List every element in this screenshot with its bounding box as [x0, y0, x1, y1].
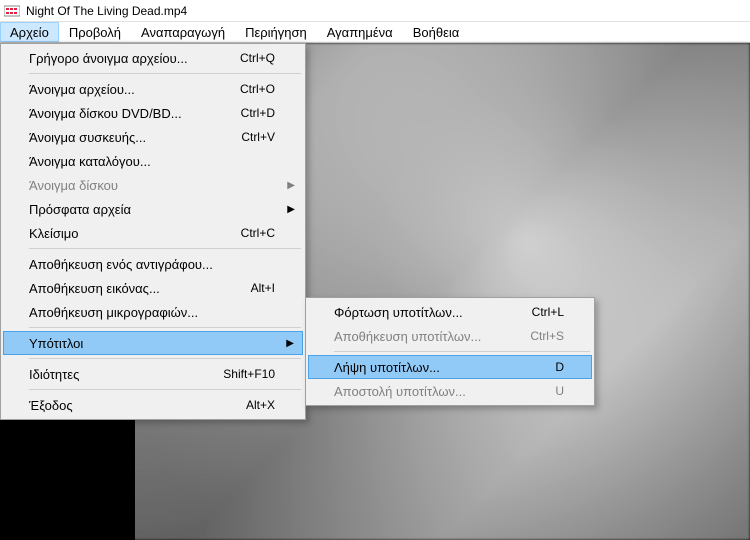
menu-item-recent-files[interactable]: Πρόσφατα αρχεία ▶: [3, 197, 303, 221]
menu-file[interactable]: Αρχείο: [0, 22, 59, 42]
menu-item-save-thumbnails[interactable]: Αποθήκευση μικρογραφιών...: [3, 300, 303, 324]
chevron-right-icon: ▶: [286, 338, 294, 349]
menu-item-close[interactable]: Κλείσιμο Ctrl+C: [3, 221, 303, 245]
menu-item-open-disc[interactable]: Άνοιγμα δίσκου ▶: [3, 173, 303, 197]
menu-separator: [29, 248, 301, 249]
chevron-right-icon: ▶: [287, 180, 295, 191]
submenu-item-load-subtitles[interactable]: Φόρτωση υποτίτλων... Ctrl+L: [308, 300, 592, 324]
menu-playback[interactable]: Αναπαραγωγή: [131, 22, 235, 42]
titlebar: Night Of The Living Dead.mp4: [0, 0, 750, 22]
app-icon: [4, 3, 20, 19]
file-menu-dropdown: Γρήγορο άνοιγμα αρχείου... Ctrl+Q Άνοιγμ…: [0, 43, 306, 420]
submenu-item-upload-subtitles[interactable]: Αποστολή υποτίτλων... U: [308, 379, 592, 403]
menubar: Αρχείο Προβολή Αναπαραγωγή Περιήγηση Αγα…: [0, 22, 750, 43]
menu-favorites[interactable]: Αγαπημένα: [317, 22, 403, 42]
menu-item-save-copy[interactable]: Αποθήκευση ενός αντιγράφου...: [3, 252, 303, 276]
submenu-item-save-subtitles[interactable]: Αποθήκευση υποτίτλων... Ctrl+S: [308, 324, 592, 348]
menu-separator: [29, 389, 301, 390]
menu-item-open-directory[interactable]: Άνοιγμα καταλόγου...: [3, 149, 303, 173]
menu-item-open-disc-dvd[interactable]: Άνοιγμα δίσκου DVD/BD... Ctrl+D: [3, 101, 303, 125]
window-title: Night Of The Living Dead.mp4: [26, 4, 187, 18]
menu-item-exit[interactable]: Έξοδος Alt+X: [3, 393, 303, 417]
menu-item-open-device[interactable]: Άνοιγμα συσκευής... Ctrl+V: [3, 125, 303, 149]
menu-item-save-image[interactable]: Αποθήκευση εικόνας... Alt+I: [3, 276, 303, 300]
menu-help[interactable]: Βοήθεια: [403, 22, 470, 42]
app-window: Night Of The Living Dead.mp4 Αρχείο Προβ…: [0, 0, 750, 540]
menu-item-open-file[interactable]: Άνοιγμα αρχείου... Ctrl+O: [3, 77, 303, 101]
menu-item-subtitles[interactable]: Υπότιτλοι ▶: [3, 331, 303, 355]
subtitles-submenu: Φόρτωση υποτίτλων... Ctrl+L Αποθήκευση υ…: [305, 297, 595, 406]
menu-view[interactable]: Προβολή: [59, 22, 131, 42]
menu-separator: [29, 73, 301, 74]
menu-item-properties[interactable]: Ιδιότητες Shift+F10: [3, 362, 303, 386]
menu-item-quick-open[interactable]: Γρήγορο άνοιγμα αρχείου... Ctrl+Q: [3, 46, 303, 70]
menu-separator: [29, 358, 301, 359]
chevron-right-icon: ▶: [287, 204, 295, 215]
submenu-item-download-subtitles[interactable]: Λήψη υποτίτλων... D: [308, 355, 592, 379]
menu-separator: [334, 351, 590, 352]
menu-separator: [29, 327, 301, 328]
menu-navigate[interactable]: Περιήγηση: [235, 22, 317, 42]
